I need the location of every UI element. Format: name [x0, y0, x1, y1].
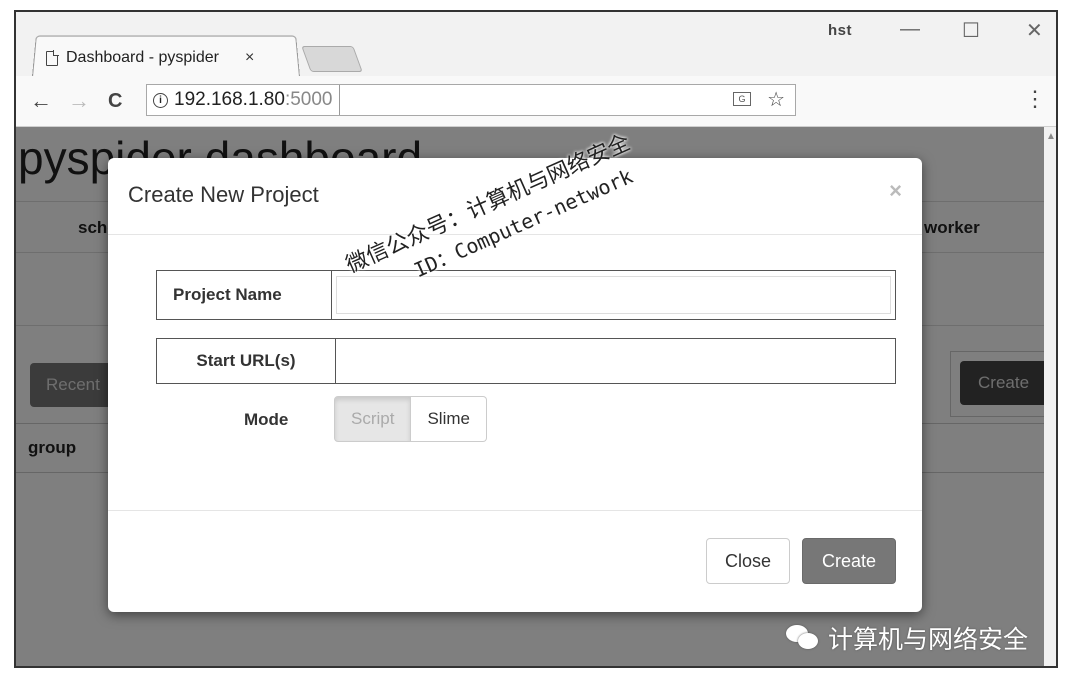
url-field[interactable]: i 192.168.1.80:5000	[147, 85, 340, 115]
mode-option-slime[interactable]: Slime	[411, 396, 487, 442]
mode-option-script[interactable]: Script	[334, 396, 412, 442]
start-urls-field: Start URL(s)	[156, 338, 896, 384]
tab-content: Dashboard - pyspider ×	[46, 44, 296, 72]
browser-menu-icon[interactable]: ⋮	[1024, 86, 1046, 112]
tab-title: Dashboard - pyspider	[66, 49, 219, 66]
start-urls-input[interactable]	[336, 339, 895, 383]
reload-icon[interactable]: C	[108, 90, 122, 113]
modal-close-icon[interactable]: ×	[889, 178, 902, 204]
url-port: :5000	[284, 89, 333, 110]
info-icon[interactable]: i	[153, 92, 168, 108]
translate-icon[interactable]: G	[733, 92, 751, 106]
new-tab-button[interactable]	[301, 46, 363, 72]
source-credit-text: 计算机与网络安全	[828, 625, 1029, 654]
bookmark-star-icon[interactable]: ☆	[767, 87, 785, 112]
window-close-icon[interactable]: ✕	[1026, 18, 1043, 43]
mode-toggle-group: Script Slime	[334, 396, 487, 442]
scroll-up-icon[interactable]: ▲	[1046, 131, 1056, 142]
back-icon[interactable]: ←	[30, 88, 52, 114]
modal-footer-divider	[108, 510, 922, 511]
project-name-input-wrap	[332, 270, 896, 320]
close-button[interactable]: Close	[706, 538, 790, 584]
browser-toolbar: ← → C i 192.168.1.80:5000 G ☆ ⋮	[16, 76, 1056, 127]
url-host: 192.168.1.80	[174, 89, 285, 110]
create-project-modal: Create New Project × Project Name Start …	[108, 158, 922, 612]
source-credit: 计算机与网络安全	[786, 620, 1028, 656]
title-bar: Dashboard - pyspider × hst — ☐ ✕	[16, 12, 1056, 77]
start-urls-input-wrap	[336, 338, 896, 384]
start-urls-label: Start URL(s)	[156, 338, 336, 384]
modal-header: Create New Project ×	[108, 158, 922, 235]
document-icon	[46, 50, 59, 66]
tab-close-icon[interactable]: ×	[245, 49, 254, 67]
user-profile-badge[interactable]: hst	[828, 22, 852, 39]
maximize-icon[interactable]: ☐	[962, 18, 980, 43]
wechat-icon	[786, 625, 820, 651]
create-button[interactable]: Create	[802, 538, 896, 584]
project-name-field: Project Name	[156, 270, 896, 320]
page-scrollbar[interactable]: ▲	[1044, 127, 1056, 666]
address-bar[interactable]: i 192.168.1.80:5000 G ☆	[146, 84, 796, 116]
modal-title: Create New Project	[128, 182, 319, 207]
forward-icon[interactable]: →	[68, 88, 90, 114]
project-name-label: Project Name	[156, 270, 332, 320]
project-name-input[interactable]	[336, 276, 891, 314]
minimize-icon[interactable]: —	[900, 18, 920, 41]
mode-label: Mode	[244, 410, 289, 429]
